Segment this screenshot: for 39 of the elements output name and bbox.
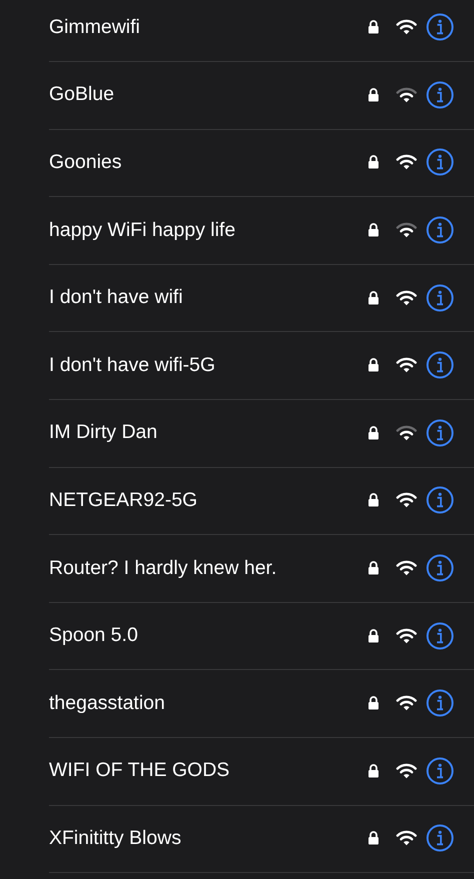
lock-icon [368,155,379,170]
network-name[interactable]: Router? I hardly knew her. [49,556,368,580]
lock-icon [368,358,379,372]
info-button[interactable] [426,284,454,312]
network-name[interactable]: I don't have wifi-5G [49,354,368,377]
network-name[interactable]: Goonies [49,150,368,174]
lock-icon [368,88,379,102]
info-button[interactable] [426,824,454,852]
network-name[interactable]: Gimmewifi [49,16,368,39]
info-button[interactable] [426,622,454,650]
info-button[interactable] [426,80,454,109]
info-button[interactable] [426,13,454,42]
network-name[interactable]: I don't have wifi [49,286,368,310]
network-name[interactable]: GoBlue [49,83,368,106]
lock-icon [368,831,379,846]
lock-icon [368,696,379,710]
lock-icon [368,290,379,305]
info-button[interactable] [426,148,454,176]
lock-icon [368,561,379,576]
info-button[interactable] [426,689,454,718]
network-name[interactable]: NETGEAR92-5G [49,488,368,512]
network-name[interactable]: WIFI OF THE GODS [49,759,368,782]
info-button[interactable] [426,351,454,380]
network-name[interactable]: Spoon 5.0 [49,624,368,648]
info-button[interactable] [426,216,454,244]
lock-icon [368,764,379,778]
network-name[interactable]: happy WiFi happy life [49,218,368,242]
info-button[interactable] [426,554,454,582]
network-name[interactable]: XFinititty Blows [49,826,368,850]
lock-icon [368,426,379,440]
network-name[interactable]: thegasstation [49,692,368,715]
lock-icon [368,223,379,238]
info-button[interactable] [426,756,454,785]
lock-icon [368,493,379,508]
lock-icon [368,628,379,643]
info-button[interactable] [426,486,454,514]
network-name[interactable]: IM Dirty Dan [49,421,368,444]
info-button[interactable] [426,418,454,447]
lock-icon [368,20,379,34]
